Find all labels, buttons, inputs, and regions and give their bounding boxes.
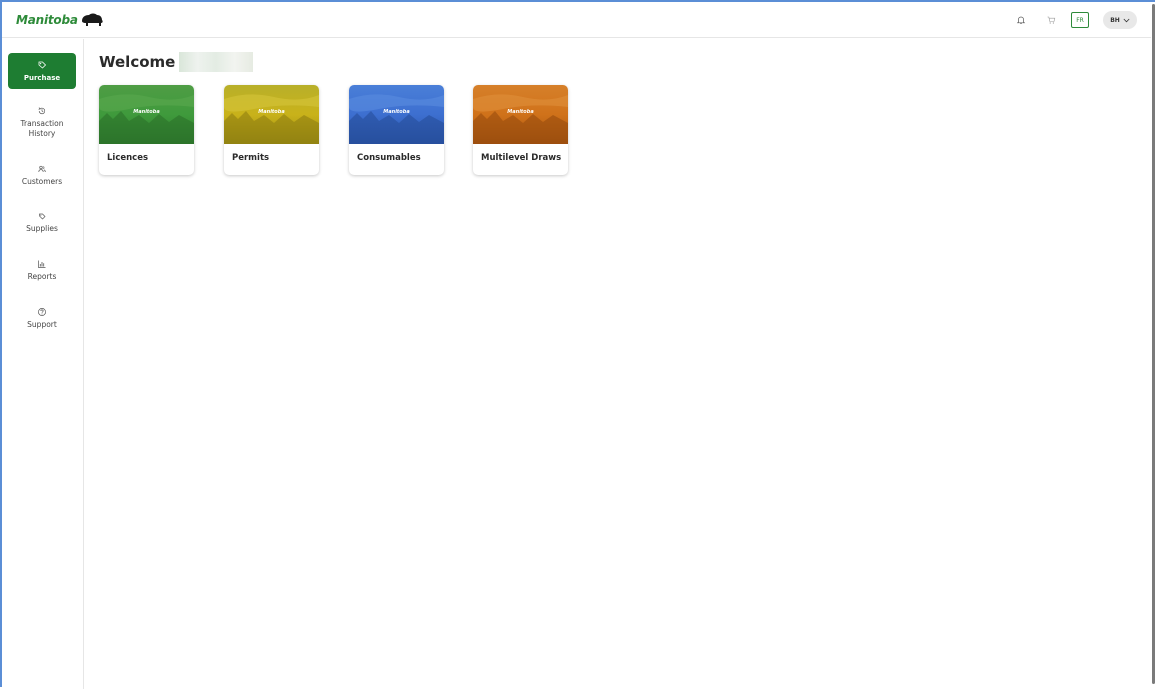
supplies-icon — [39, 213, 46, 220]
card-title: Licences — [107, 153, 149, 163]
sidebar-item-label: Customers — [21, 177, 63, 186]
card-image: Manitoba — [99, 85, 194, 144]
sidebar-item-purchase[interactable]: Purchase — [8, 53, 76, 89]
sidebar-item-label: Support — [27, 320, 57, 329]
sidebar-item-customers[interactable]: Customers — [8, 164, 76, 187]
sidebar-item-reports[interactable]: Reports — [8, 259, 76, 282]
card-licences[interactable]: Manitoba Licences — [99, 85, 194, 175]
redacted-username — [179, 52, 254, 72]
sidebar-item-support[interactable]: Support — [8, 307, 76, 330]
page-title: Welcome — [99, 53, 176, 71]
sidebar-item-supplies[interactable]: Supplies — [8, 211, 76, 234]
help-icon — [38, 308, 46, 316]
scrollbar[interactable] — [1151, 2, 1155, 689]
manitoba-logo[interactable]: Manitoba — [16, 12, 104, 28]
sidebar-item-label: Supplies — [26, 224, 58, 233]
card-image: Manitoba — [224, 85, 319, 144]
bison-icon — [81, 13, 103, 26]
main-content: Welcome Manitoba Licences Manitoba Permi… — [99, 52, 568, 175]
card-brand-logo: Manitoba — [258, 109, 285, 115]
tag-icon — [38, 61, 47, 69]
users-icon — [38, 165, 46, 173]
card-multilevel-draws[interactable]: Manitoba Multilevel Draws — [473, 85, 568, 175]
app-window: Manitoba FR BH Purchase Transaction Hist… — [0, 0, 1155, 689]
card-brand-logo: Manitoba — [507, 109, 534, 115]
card-brand-logo: Manitoba — [383, 109, 410, 115]
chart-icon — [38, 260, 46, 268]
chevron-down-icon — [1123, 18, 1130, 22]
card-title: Consumables — [357, 153, 421, 163]
user-initials: BH — [1110, 16, 1120, 24]
card-title: Permits — [232, 153, 270, 163]
user-menu-button[interactable]: BH — [1103, 11, 1137, 29]
card-consumables[interactable]: Manitoba Consumables — [349, 85, 444, 175]
card-image: Manitoba — [473, 85, 568, 144]
card-image: Manitoba — [349, 85, 444, 144]
header-actions: FR BH — [1003, 10, 1137, 30]
sidebar-item-transaction-history[interactable]: Transaction History — [8, 106, 76, 139]
card-permits[interactable]: Manitoba Permits — [224, 85, 319, 175]
sidebar: Purchase Transaction History Customers S… — [2, 39, 84, 689]
cart-icon[interactable] — [1039, 10, 1063, 30]
logo-text: Manitoba — [16, 13, 78, 27]
card-brand-logo: Manitoba — [133, 109, 160, 115]
category-cards: Manitoba Licences Manitoba Permits Manit… — [99, 85, 569, 175]
bell-icon[interactable] — [1009, 10, 1033, 30]
language-toggle-button[interactable]: FR — [1071, 12, 1089, 28]
welcome-heading: Welcome — [99, 52, 254, 72]
card-title: Multilevel Draws — [481, 153, 562, 163]
sidebar-item-label: Purchase — [23, 73, 61, 82]
history-icon — [38, 107, 46, 115]
top-bar: Manitoba FR BH — [2, 2, 1153, 38]
sidebar-item-label: Reports — [27, 272, 57, 281]
sidebar-item-label: Transaction History — [20, 119, 64, 138]
